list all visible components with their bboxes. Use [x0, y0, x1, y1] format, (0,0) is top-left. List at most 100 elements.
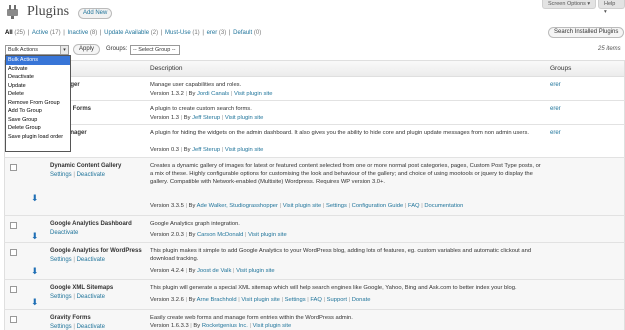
table-row: Gravity Forms Settings | Deactivate Easi…: [4, 310, 625, 330]
apply-button[interactable]: Apply: [73, 44, 101, 55]
search-plugins-button[interactable]: Search Installed Plugins: [548, 27, 625, 38]
bulk-option-activate[interactable]: Activate: [6, 65, 70, 74]
group-link[interactable]: erer: [550, 106, 561, 112]
settings-link[interactable]: Settings: [50, 294, 72, 300]
filter-update-available[interactable]: Update Available: [104, 30, 149, 36]
bulk-actions-value: Bulk Actions: [8, 47, 38, 53]
settings-link[interactable]: Settings: [50, 257, 72, 263]
add-new-button[interactable]: Add New: [78, 8, 113, 19]
author-link[interactable]: Carson McDonald: [197, 232, 243, 238]
plugin-meta: Version 3.2.6 | By Arne Brachhold | Visi…: [150, 297, 371, 303]
filter-all[interactable]: All: [5, 30, 13, 36]
row-checkbox[interactable]: [10, 164, 17, 171]
plugin-name: Google XML Sitemaps: [50, 285, 114, 291]
row-actions: Settings | Deactivate: [50, 294, 105, 300]
plugins-table: Description Groups Manager Manage user c…: [4, 60, 625, 330]
author-link[interactable]: Ade Walker, Studiograsshopper: [197, 203, 278, 209]
drag-arrow-icon[interactable]: ⬇: [31, 267, 39, 276]
author-link[interactable]: Rocketgenius Inc.: [202, 323, 248, 329]
bulk-actions-dropdown: Bulk Actions Activate Deactivate Update …: [5, 55, 71, 152]
row-checkbox[interactable]: [10, 249, 17, 256]
drag-arrow-icon[interactable]: ⬇: [31, 298, 39, 307]
plugin-meta: Version 3.3.5 | By Ade Walker, Studiogra…: [150, 203, 464, 209]
table-row: earch Forms A plugin to create custom se…: [4, 101, 625, 125]
row-actions: Settings | Deactivate: [50, 324, 105, 330]
donate-link[interactable]: Donate: [352, 297, 371, 303]
plugin-name: Gravity Forms: [50, 315, 91, 321]
visit-plugin-site-link[interactable]: Visit plugin site: [225, 115, 264, 121]
deactivate-link[interactable]: Deactivate: [77, 257, 105, 263]
row-actions: Deactivate: [50, 230, 78, 236]
plugin-description: Creates a dynamic gallery of images for …: [150, 163, 541, 185]
row-checkbox[interactable]: [10, 222, 17, 229]
filter-active[interactable]: Active: [32, 30, 48, 36]
column-description: Description: [150, 65, 183, 72]
row-checkbox[interactable]: [10, 316, 17, 323]
deactivate-link[interactable]: Deactivate: [77, 294, 105, 300]
plugin-description: Google Analytics graph integration.: [150, 221, 240, 227]
table-row: Dynamic Content Gallery Settings | Deact…: [4, 158, 625, 216]
visit-plugin-site-link[interactable]: Visit plugin site: [283, 203, 322, 209]
screen-options-button[interactable]: Screen Options ▾: [542, 0, 597, 9]
bulk-option-deactivate[interactable]: Deactivate: [6, 73, 70, 82]
bulk-option-delete[interactable]: Delete: [6, 90, 70, 99]
filter-group-erer[interactable]: erer: [207, 30, 218, 36]
visit-plugin-site-link[interactable]: Visit plugin site: [234, 91, 273, 97]
filter-default[interactable]: Default: [233, 30, 252, 36]
visit-plugin-site-link[interactable]: Visit plugin site: [253, 323, 292, 329]
plugin-description: This plugin will generate a special XML …: [150, 285, 517, 291]
filter-inactive[interactable]: Inactive: [68, 30, 89, 36]
visit-plugin-site-link[interactable]: Visit plugin site: [236, 268, 275, 274]
bulk-option-save-group[interactable]: Save Group: [6, 116, 70, 125]
row-actions: Settings | Deactivate: [50, 172, 105, 178]
row-checkbox[interactable]: [10, 286, 17, 293]
plugin-meta: Version 2.0.3 | By Carson McDonald | Vis…: [150, 232, 287, 238]
settings-link[interactable]: Settings: [50, 172, 72, 178]
plugin-name: Google Analytics for WordPress: [50, 248, 142, 254]
visit-plugin-site-link[interactable]: Visit plugin site: [241, 297, 280, 303]
plugin-meta: Version 1.3 | By Jeff Sterup | Visit plu…: [150, 115, 264, 121]
author-link[interactable]: Arne Brachhold: [197, 297, 237, 303]
items-count: 25 items: [598, 46, 621, 52]
drag-arrow-icon[interactable]: ⬇: [31, 194, 39, 203]
deactivate-link[interactable]: Deactivate: [77, 172, 105, 178]
drag-arrow-icon[interactable]: ⬇: [31, 232, 39, 241]
group-link[interactable]: erer: [550, 130, 561, 136]
bulk-option-save-load-order[interactable]: Save plugin load order: [6, 133, 70, 142]
documentation-link[interactable]: Documentation: [424, 203, 463, 209]
visit-plugin-site-link[interactable]: Visit plugin site: [225, 147, 264, 153]
support-link[interactable]: Support: [327, 297, 347, 303]
help-button[interactable]: Help ▾: [598, 0, 625, 15]
plugin-meta: Version 1.3.2 | By Jordi Canals | Visit …: [150, 91, 273, 97]
settings-link[interactable]: Settings: [50, 324, 72, 330]
table-row: Manager Manage user capabilities and rol…: [4, 77, 625, 101]
bulk-option-bulk-actions[interactable]: Bulk Actions: [6, 56, 70, 65]
plugin-icon: [7, 5, 18, 19]
configuration-guide-link[interactable]: Configuration Guide: [352, 203, 404, 209]
deactivate-link[interactable]: Deactivate: [50, 230, 78, 236]
author-link[interactable]: Jordi Canals: [197, 91, 229, 97]
bulk-actions-select[interactable]: Bulk Actions ▾: [5, 45, 69, 55]
visit-plugin-site-link[interactable]: Visit plugin site: [248, 232, 287, 238]
plugin-description: Manage user capabilities and roles.: [150, 82, 242, 88]
author-link[interactable]: Joost de Valk: [197, 268, 231, 274]
bulk-option-remove-from-group[interactable]: Remove From Group: [6, 99, 70, 108]
faq-link[interactable]: FAQ: [310, 297, 322, 303]
bulk-option-delete-group[interactable]: Delete Group: [6, 124, 70, 133]
plugin-meta: Version 4.2.4 | By Joost de Valk | Visit…: [150, 268, 275, 274]
settings-meta-link[interactable]: Settings: [326, 203, 347, 209]
group-select[interactable]: -- Select Group --: [130, 45, 180, 55]
deactivate-link[interactable]: Deactivate: [77, 324, 105, 330]
settings-meta-link[interactable]: Settings: [285, 297, 306, 303]
table-row: Google XML Sitemaps Settings | Deactivat…: [4, 280, 625, 310]
filter-must-use[interactable]: Must-Use: [165, 30, 191, 36]
faq-link[interactable]: FAQ: [408, 203, 420, 209]
author-link[interactable]: Jeff Sterup: [192, 115, 220, 121]
bulk-option-update[interactable]: Update: [6, 82, 70, 91]
author-link[interactable]: Jeff Sterup: [192, 147, 220, 153]
chevron-down-icon: ▾: [60, 46, 68, 54]
bulk-option-add-to-group[interactable]: Add To Group: [6, 107, 70, 116]
table-row: Google Analytics for WordPress Settings …: [4, 243, 625, 280]
group-link[interactable]: erer: [550, 82, 561, 88]
plugin-status-filters: All (25) | Active (17) | Inactive (8) | …: [5, 30, 262, 36]
